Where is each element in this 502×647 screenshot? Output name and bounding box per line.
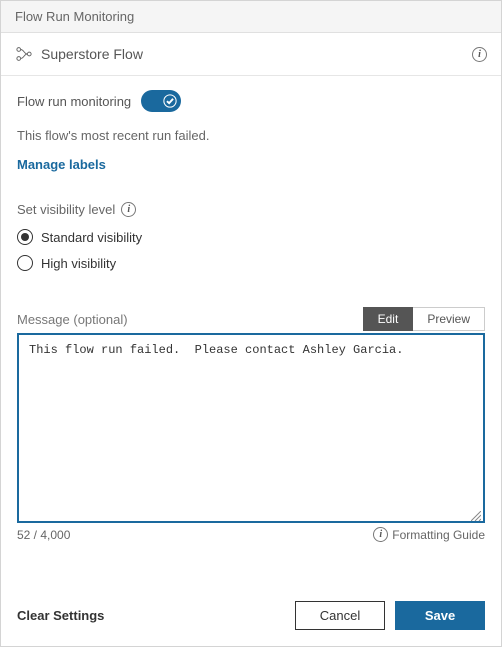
dialog-footer: Clear Settings Cancel Save: [1, 585, 501, 646]
monitoring-label: Flow run monitoring: [17, 94, 131, 109]
save-button[interactable]: Save: [395, 601, 485, 630]
check-icon: [163, 94, 177, 108]
clear-settings-button[interactable]: Clear Settings: [17, 608, 104, 623]
visibility-label: Set visibility level: [17, 202, 115, 217]
message-footer-row: 52 / 4,000 i Formatting Guide: [17, 527, 485, 542]
char-counter: 52 / 4,000: [17, 528, 70, 542]
monitoring-toggle-row: Flow run monitoring: [17, 90, 485, 112]
formatting-guide-label: Formatting Guide: [392, 528, 485, 542]
tab-preview[interactable]: Preview: [413, 307, 485, 331]
radio-standard-visibility[interactable]: Standard visibility: [17, 229, 485, 245]
message-header: Message (optional) Edit Preview: [17, 307, 485, 331]
status-text: This flow's most recent run failed.: [17, 128, 485, 143]
flow-subheader: Superstore Flow i: [1, 33, 501, 76]
message-label: Message (optional): [17, 312, 128, 327]
visibility-label-row: Set visibility level i: [17, 202, 485, 217]
radio-label: Standard visibility: [41, 230, 142, 245]
message-tabs: Edit Preview: [363, 307, 485, 331]
info-icon[interactable]: i: [472, 47, 487, 62]
flow-identity: Superstore Flow: [15, 45, 143, 63]
formatting-guide-link[interactable]: i Formatting Guide: [373, 527, 485, 542]
dialog-header: Flow Run Monitoring: [1, 1, 501, 33]
radio-high-visibility[interactable]: High visibility: [17, 255, 485, 271]
toggle-knob: [161, 92, 179, 110]
flow-name: Superstore Flow: [41, 46, 143, 62]
message-textarea-wrap: [17, 333, 485, 523]
tab-edit[interactable]: Edit: [363, 307, 414, 331]
radio-input[interactable]: [17, 255, 33, 271]
dialog-title: Flow Run Monitoring: [15, 9, 134, 24]
info-icon[interactable]: i: [121, 202, 136, 217]
radio-label: High visibility: [41, 256, 116, 271]
manage-labels-link[interactable]: Manage labels: [17, 157, 485, 172]
message-textarea[interactable]: [19, 335, 483, 521]
monitoring-toggle[interactable]: [141, 90, 181, 112]
cancel-button[interactable]: Cancel: [295, 601, 385, 630]
flow-icon: [15, 45, 33, 63]
radio-input[interactable]: [17, 229, 33, 245]
info-icon: i: [373, 527, 388, 542]
